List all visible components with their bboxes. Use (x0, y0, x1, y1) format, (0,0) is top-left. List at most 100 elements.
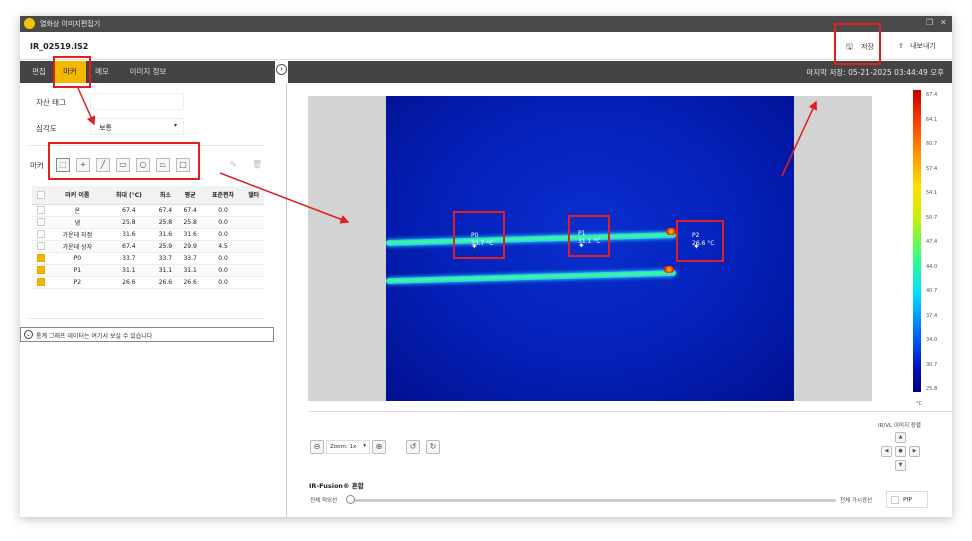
table-row[interactable]: P2 26.6 26.6 26.6 0.0 (32, 276, 264, 289)
cell-name: 온 (50, 204, 105, 217)
colorbar-tick: 47.4 (926, 239, 938, 245)
cell-name: P0 (50, 252, 105, 265)
annotation-box (48, 142, 200, 180)
cell-std: 0.0 (202, 204, 244, 217)
rotate-ccw-icon[interactable]: ↺ (406, 440, 420, 454)
cell-delta (243, 240, 264, 253)
severity-select[interactable]: 보통 ▾ (90, 118, 184, 135)
checkbox-cell (32, 264, 50, 277)
stats-expander[interactable]: ⌄ 통계 그래프 데이터는 여기서 보실 수 있습니다 (20, 327, 274, 342)
table-row[interactable]: 냉 25.8 25.8 25.8 0.0 (32, 216, 264, 229)
file-bar: IR_02519.IS2 🖫 저장 ⇪ 내보내기 (20, 32, 952, 60)
cell-max: 67.4 (104, 240, 153, 253)
colorbar-tick: 44.0 (926, 263, 938, 270)
hot-spot (666, 228, 676, 235)
hot-stripe (386, 231, 677, 247)
select-all-checkbox[interactable] (32, 186, 50, 205)
close-icon[interactable]: ✕ (940, 18, 947, 27)
row-checkbox[interactable] (37, 230, 45, 238)
cell-max: 31.1 (104, 264, 153, 277)
arrow-down-icon[interactable]: ▼ (895, 460, 906, 471)
colorbar-unit: °C (916, 401, 922, 407)
cell-max: 67.4 (104, 204, 153, 217)
cell-min: 25.9 (152, 240, 178, 253)
trash-icon[interactable]: 🗑 (252, 160, 262, 169)
colorbar-tick: 37.4 (926, 312, 938, 319)
cell-min: 31.6 (152, 228, 178, 241)
arrow-left-icon[interactable]: ◀ (881, 446, 892, 457)
cell-name: 냉 (50, 216, 105, 229)
cell-delta (243, 216, 264, 229)
rotate-cw-icon[interactable]: ↻ (426, 440, 440, 454)
file-name: IR_02519.IS2 (30, 42, 89, 51)
colorbar-tick: 30.7 (926, 361, 938, 368)
arrow-up-icon[interactable]: ▲ (895, 432, 906, 443)
image-panel: P0 33.7 °C ✦ P1 31.1 °C ✦ P2 26.6 °C ✦ 6… (288, 83, 952, 517)
severity-value: 보통 (99, 124, 112, 132)
row-checkbox[interactable] (37, 242, 45, 250)
cell-min: 26.6 (152, 276, 178, 289)
row-checkbox[interactable] (37, 254, 45, 262)
alignment-label: IR/VL 이미지 정렬 (878, 423, 921, 429)
upload-icon: ⇪ (898, 42, 904, 50)
table-row[interactable]: P0 33.7 33.7 33.7 0.0 (32, 252, 264, 265)
color-scale-bar (913, 90, 921, 392)
asset-tag-input[interactable] (90, 93, 184, 110)
center-icon[interactable]: ● (895, 446, 906, 457)
cell-std: 4.5 (202, 240, 244, 253)
annotation-box (676, 220, 724, 262)
divider (308, 411, 952, 412)
checkbox-cell (32, 228, 50, 241)
table-row[interactable]: 온 67.4 67.4 67.4 0.0 (32, 204, 264, 217)
row-checkbox[interactable] (37, 206, 45, 214)
zoom-in-icon[interactable]: ⊕ (372, 440, 386, 454)
arrow-right-icon[interactable]: ▶ (909, 446, 920, 457)
restore-icon[interactable]: ❐ (926, 18, 933, 27)
asset-tag-label: 자산 태그 (36, 98, 66, 107)
wifi-logo-icon (24, 18, 35, 29)
row-checkbox[interactable] (37, 278, 45, 286)
tab-memo[interactable]: 메모 (92, 61, 112, 83)
colorbar-tick: 57.4 (926, 165, 938, 172)
cell-avg: 31.6 (177, 228, 203, 241)
table-row[interactable]: 가운데 상자 67.4 25.9 29.9 4.5 (32, 240, 264, 253)
column-header: 마커 이름 (50, 186, 105, 205)
cell-name: P1 (50, 264, 105, 277)
fusion-slider-track[interactable] (350, 499, 836, 502)
row-checkbox[interactable] (37, 218, 45, 226)
colorbar-tick: 67.4 (926, 92, 938, 98)
annotation-box (568, 215, 610, 257)
cell-delta (243, 276, 264, 289)
chevron-down-icon: ▾ (363, 443, 366, 449)
zoom-select[interactable]: Zoom: 1x ▾ (326, 440, 370, 454)
tab-image-info[interactable]: 이미지 정보 (124, 61, 172, 83)
cell-avg: 26.6 (177, 276, 203, 289)
severity-label: 심각도 (36, 124, 57, 133)
table-row[interactable]: P1 31.1 31.1 31.1 0.0 (32, 264, 264, 277)
divider (28, 318, 264, 319)
checkbox-cell (32, 252, 50, 265)
pencil-icon[interactable]: ✎ (230, 160, 237, 169)
colorbar-tick: 25.8 (926, 386, 938, 392)
checkbox-cell (32, 240, 50, 253)
colorbar-tick: 64.1 (926, 116, 938, 123)
cell-max: 25.8 (104, 216, 153, 229)
cell-name: 가운데 지점 (50, 228, 105, 241)
table-row[interactable]: 가운데 지점 31.6 31.6 31.6 0.0 (32, 228, 264, 241)
row-checkbox[interactable] (37, 266, 45, 274)
pip-checkbox[interactable] (891, 496, 899, 504)
chevron-right-icon[interactable]: › (276, 64, 287, 75)
column-header: 최대 (°C) (104, 186, 153, 205)
tab-edit[interactable]: 편집 (28, 61, 50, 83)
fusion-slider-thumb[interactable] (346, 495, 355, 504)
cell-min: 33.7 (152, 252, 178, 265)
checkbox-cell (32, 216, 50, 229)
export-button[interactable]: ⇪ 내보내기 (898, 41, 936, 51)
cell-min: 31.1 (152, 264, 178, 277)
cell-min: 67.4 (152, 204, 178, 217)
zoom-out-icon[interactable]: ⊖ (310, 440, 324, 454)
markers-label: 마커 (30, 161, 44, 170)
cell-delta (243, 252, 264, 265)
column-header: 표준편차 (202, 186, 244, 205)
pip-toggle[interactable]: PIP (886, 491, 928, 508)
